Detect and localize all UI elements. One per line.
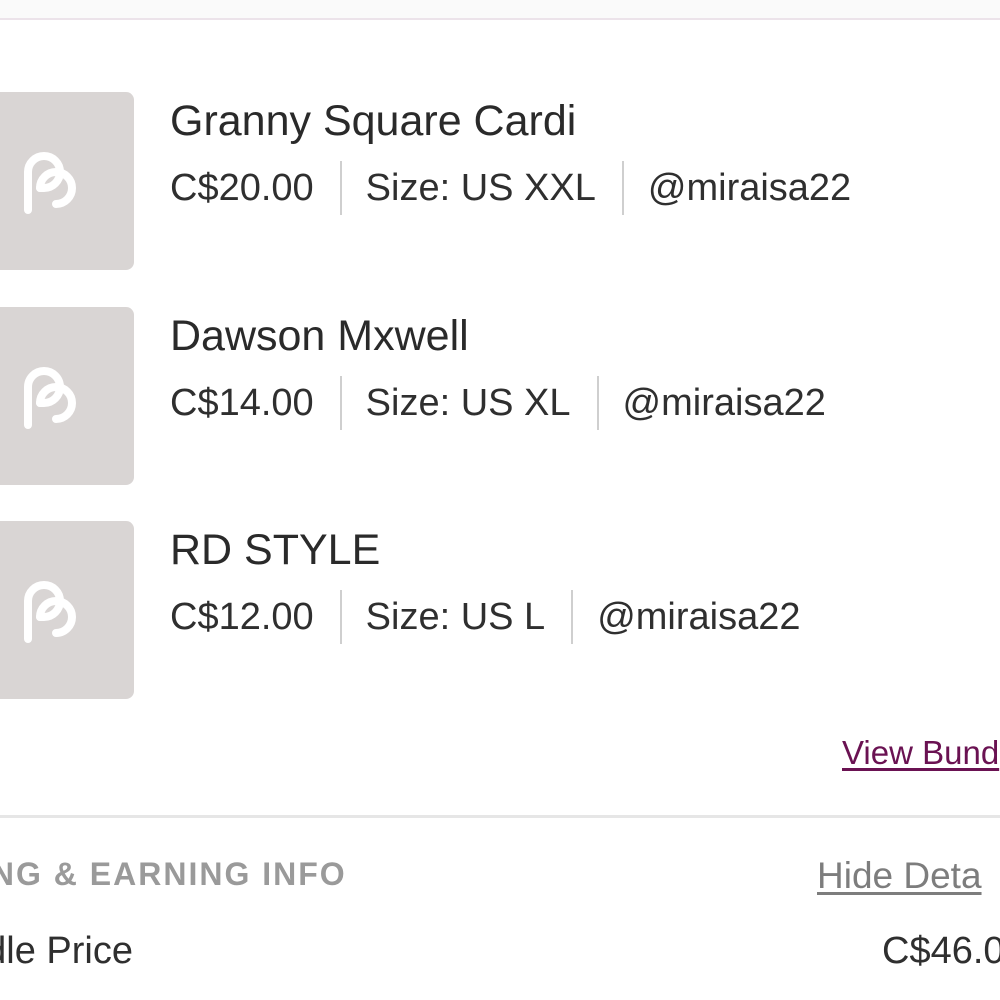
item-title[interactable]: Granny Square Cardi <box>170 96 576 146</box>
item-meta: C$12.00 Size: US L @miraisa22 <box>170 590 801 644</box>
item-size: Size: US XXL <box>365 166 596 209</box>
item-price: C$14.00 <box>170 381 314 424</box>
bundle-page: Granny Square Cardi C$20.00 Size: US XXL… <box>0 0 1000 1000</box>
item-meta: C$14.00 Size: US XL @miraisa22 <box>170 376 826 430</box>
item-title[interactable]: Dawson Mxwell <box>170 311 469 361</box>
bundle-item[interactable]: RD STYLE C$12.00 Size: US L @miraisa22 <box>0 521 1000 701</box>
meta-divider <box>339 590 342 644</box>
item-price: C$20.00 <box>170 166 314 209</box>
meta-divider <box>596 376 599 430</box>
item-size: Size: US XL <box>365 381 571 424</box>
item-thumbnail[interactable] <box>0 307 134 485</box>
header-strip <box>0 0 1000 20</box>
item-thumbnail[interactable] <box>0 521 134 699</box>
item-seller[interactable]: @miraisa22 <box>597 596 800 639</box>
item-seller[interactable]: @miraisa22 <box>623 382 826 425</box>
meta-divider <box>571 590 574 644</box>
poshmark-logo-icon <box>24 152 77 214</box>
section-divider <box>0 815 1000 818</box>
poshmark-logo-icon <box>24 581 77 643</box>
bundle-price-label: ndle Price <box>0 930 133 972</box>
hide-details-link[interactable]: Hide Deta <box>817 855 982 897</box>
pricing-section-heading: ICING & EARNING INFO <box>0 856 347 892</box>
item-price: C$12.00 <box>170 595 314 638</box>
item-title[interactable]: RD STYLE <box>170 525 380 575</box>
bundle-price-value: C$46.0 <box>882 930 1000 972</box>
meta-divider <box>339 161 342 215</box>
poshmark-logo-icon <box>24 367 77 429</box>
view-bundle-link[interactable]: View Bund <box>842 734 999 772</box>
item-size: Size: US L <box>365 595 546 638</box>
meta-divider <box>339 376 342 430</box>
item-seller[interactable]: @miraisa22 <box>648 167 851 210</box>
item-meta: C$20.00 Size: US XXL @miraisa22 <box>170 161 851 215</box>
item-thumbnail[interactable] <box>0 92 134 270</box>
bundle-item[interactable]: Granny Square Cardi C$20.00 Size: US XXL… <box>0 92 1000 272</box>
bundle-item[interactable]: Dawson Mxwell C$14.00 Size: US XL @mirai… <box>0 307 1000 487</box>
meta-divider <box>621 161 624 215</box>
